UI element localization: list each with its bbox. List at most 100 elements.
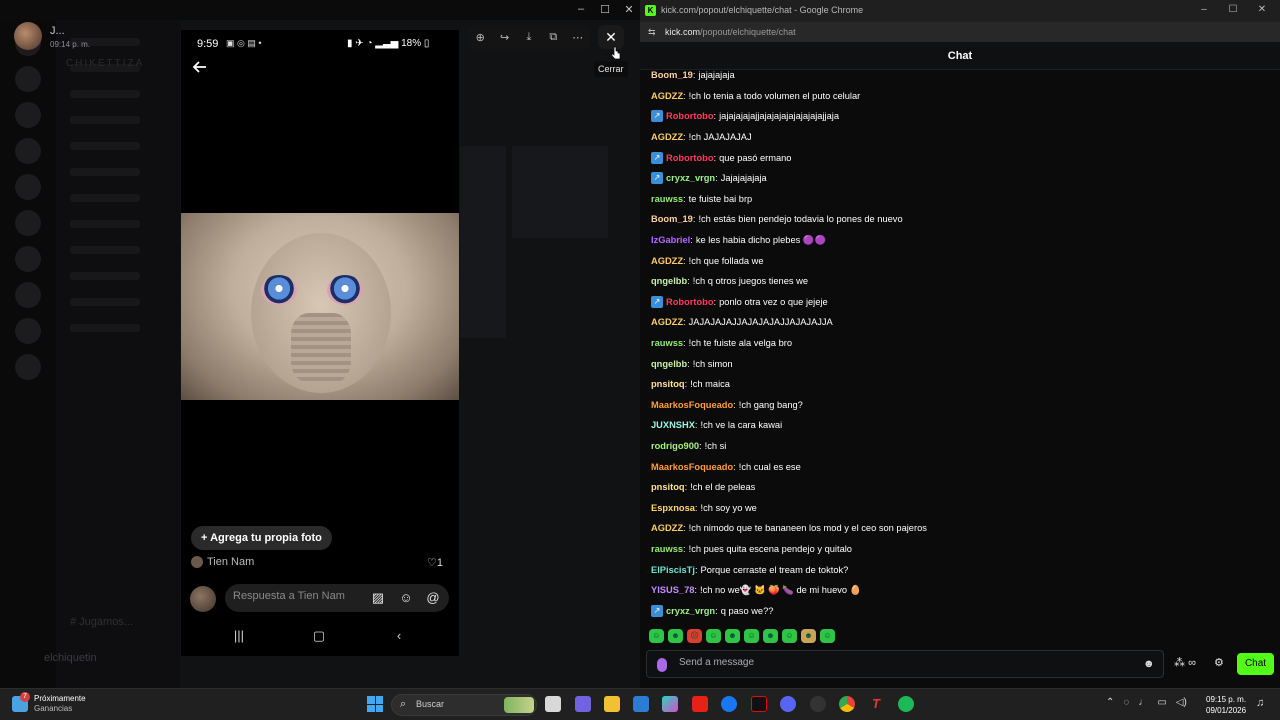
emote-icon[interactable]: ☺ (782, 629, 797, 643)
windows-start-icon[interactable] (367, 696, 383, 712)
chat-username[interactable]: Boom_19 (651, 214, 693, 224)
more-icon[interactable]: ⋯ (569, 31, 587, 44)
chat-username[interactable]: Robortobo (666, 111, 714, 121)
post-photo[interactable] (181, 213, 459, 400)
server-icon[interactable] (15, 318, 41, 344)
chat-username[interactable]: Boom_19 (651, 70, 693, 80)
post-author[interactable]: Tien Nam (191, 556, 254, 568)
volume-icon[interactable]: ◁) (1176, 697, 1187, 708)
channel-item[interactable] (70, 194, 140, 202)
chat-username[interactable]: AGDZZ (651, 256, 683, 266)
minimize-icon[interactable]: – (570, 3, 592, 15)
mic-icon[interactable] (657, 658, 667, 672)
open-external-icon[interactable]: ⧉ (544, 31, 562, 44)
zoom-icon[interactable]: ⊕ (471, 31, 489, 44)
channel-item[interactable] (70, 298, 140, 306)
channel-item[interactable] (70, 116, 140, 124)
server-icon[interactable] (15, 138, 41, 164)
discord-icon[interactable] (780, 696, 796, 712)
file-explorer-icon[interactable] (604, 696, 620, 712)
emoji-icon[interactable]: ☻ (1143, 658, 1155, 670)
chat-username[interactable]: qngelbb (651, 359, 687, 369)
mention-icon[interactable]: @ (424, 589, 442, 607)
avatar[interactable] (14, 22, 42, 50)
chat-username[interactable]: Robortobo (666, 153, 714, 163)
chat-username[interactable]: MaarkosFoqueado (651, 400, 733, 410)
chevron-up-icon[interactable]: ⌃ (1106, 697, 1114, 708)
add-photo-button[interactable]: + Agrega tu propia foto (191, 526, 332, 550)
emote-icon[interactable]: ☻ (801, 629, 816, 643)
chat-username[interactable]: rauwss (651, 194, 683, 204)
notification-bell-icon[interactable]: ♫ (1256, 697, 1264, 709)
netflix-icon[interactable] (751, 696, 767, 712)
chat-username[interactable]: pnsitoq (651, 482, 685, 492)
microphone-icon[interactable]: ♩ (1138, 697, 1148, 708)
send-chat-button[interactable]: Chat (1237, 653, 1274, 675)
minimize-icon[interactable]: – (1194, 4, 1214, 15)
recent-apps-icon[interactable]: ||| (229, 628, 249, 644)
channel-item[interactable] (70, 324, 140, 332)
emote-icon[interactable]: ☻ (668, 629, 683, 643)
home-icon[interactable]: ▢ (309, 628, 329, 644)
channel-item[interactable] (70, 142, 140, 150)
channel-points[interactable]: ⁂ ∞ (1174, 656, 1196, 669)
channel-item[interactable] (70, 246, 140, 254)
chat-username[interactable]: pnsitoq (651, 379, 685, 389)
system-clock[interactable]: 09:15 p. m. 09/01/2026 (1206, 694, 1246, 716)
emote-icon[interactable]: ☻ (763, 629, 778, 643)
reply-input[interactable] (233, 590, 363, 602)
copilot-icon[interactable] (662, 696, 678, 712)
channel-item[interactable] (70, 272, 140, 280)
chat-username[interactable]: AGDZZ (651, 132, 683, 142)
chat-username[interactable]: Espxnosa (651, 503, 695, 513)
download-icon[interactable]: ⤓ (520, 31, 538, 44)
chat-app-icon[interactable] (575, 696, 591, 712)
channel-item[interactable] (70, 168, 140, 176)
chat-username[interactable]: rodrigo900 (651, 441, 699, 451)
weather-widget[interactable]: 7 Próximamente Ganancias (12, 692, 86, 714)
store-icon[interactable] (633, 696, 649, 712)
chrome-icon[interactable] (839, 696, 855, 712)
chat-message-input[interactable] (679, 657, 1099, 668)
server-icon[interactable] (15, 282, 41, 308)
chat-username[interactable]: ElPiscisTj (651, 565, 695, 575)
emote-icon[interactable]: ☺ (744, 629, 759, 643)
chat-username[interactable]: Robortobo (666, 297, 714, 307)
chat-username[interactable]: rauwss (651, 338, 683, 348)
task-view-icon[interactable] (545, 696, 561, 712)
close-window-icon[interactable]: ✕ (618, 3, 640, 16)
chat-username[interactable]: cryxz_vrgn (666, 173, 715, 183)
channel-item[interactable] (70, 220, 140, 228)
maximize-icon[interactable]: ☐ (1223, 4, 1243, 15)
emote-icon[interactable]: ☹ (687, 629, 702, 643)
youtube-icon[interactable] (692, 696, 708, 712)
app-t-icon[interactable]: T (868, 696, 884, 712)
server-icon[interactable] (15, 354, 41, 380)
site-info-icon[interactable]: ⇆ (648, 27, 656, 38)
server-icon[interactable] (15, 246, 41, 272)
reply-box[interactable]: ▨ ☺ @ (225, 584, 449, 612)
url[interactable]: kick.com/popout/elchiquette/chat (665, 27, 796, 37)
like-button[interactable]: ♡1 (427, 556, 443, 569)
sticker-icon[interactable]: ☺ (397, 589, 415, 607)
taskbar-search-input[interactable] (416, 699, 496, 709)
forward-icon[interactable]: ↪ (496, 31, 514, 44)
chat-username[interactable]: qngelbb (651, 276, 687, 286)
spotify-icon[interactable] (898, 696, 914, 712)
chat-input-box[interactable]: ☻ (646, 650, 1164, 678)
facebook-icon[interactable] (721, 696, 737, 712)
chat-username[interactable]: JUXNSHX (651, 420, 695, 430)
server-icon[interactable] (15, 102, 41, 128)
gear-icon[interactable]: ⚙ (1214, 656, 1224, 669)
address-bar[interactable]: ⇆ kick.com/popout/elchiquette/chat (640, 22, 1280, 42)
close-window-icon[interactable]: ✕ (1252, 4, 1272, 15)
chat-username[interactable]: rauwss (651, 544, 683, 554)
chat-username[interactable]: AGDZZ (651, 317, 683, 327)
chat-username[interactable]: AGDZZ (651, 91, 683, 101)
obs-icon[interactable] (810, 696, 826, 712)
back-arrow-icon[interactable] (191, 58, 213, 80)
emote-icon[interactable]: ☺ (649, 629, 664, 643)
server-icon[interactable] (15, 174, 41, 200)
chat-username[interactable]: YISUS_78 (651, 585, 694, 595)
emote-icon[interactable]: ☻ (725, 629, 740, 643)
